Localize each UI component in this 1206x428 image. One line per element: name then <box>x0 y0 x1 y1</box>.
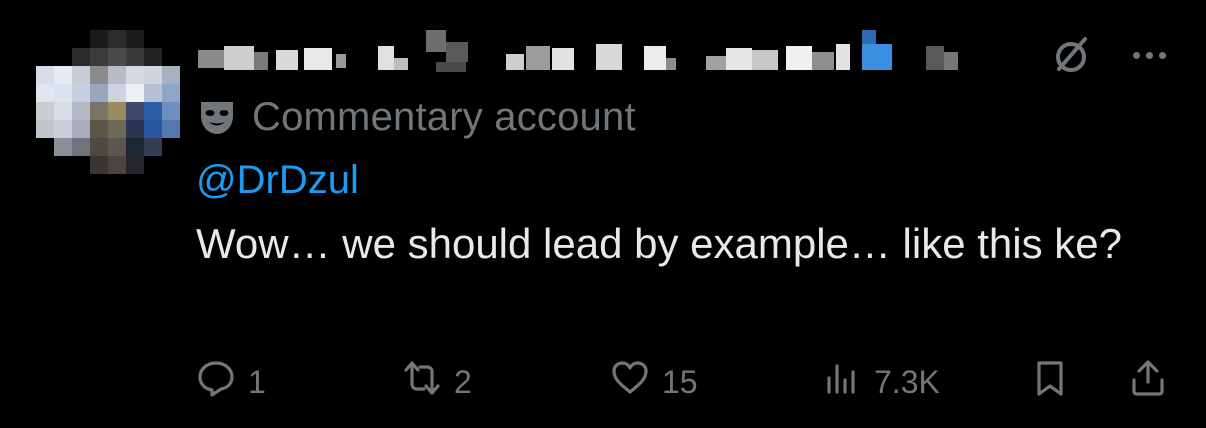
grok-icon[interactable] <box>1049 33 1093 77</box>
like-icon <box>610 358 650 406</box>
views-button[interactable]: 7.3K <box>822 356 940 408</box>
avatar[interactable] <box>36 30 180 180</box>
like-count: 15 <box>662 363 698 400</box>
bookmark-icon <box>1030 358 1070 406</box>
account-label: Commentary account <box>196 92 636 142</box>
share-icon <box>1128 358 1168 406</box>
action-bar: 1 2 15 7.3K <box>196 356 1176 408</box>
views-icon <box>822 358 862 406</box>
bookmark-button[interactable] <box>1030 356 1070 408</box>
mention-link[interactable]: @DrDzul <box>196 158 359 203</box>
share-button[interactable] <box>1128 356 1168 408</box>
repost-icon <box>402 358 442 406</box>
like-button[interactable]: 15 <box>610 356 698 408</box>
reply-button[interactable]: 1 <box>196 356 266 408</box>
account-label-text: Commentary account <box>252 94 636 139</box>
reply-count: 1 <box>248 363 266 400</box>
more-icon[interactable] <box>1133 51 1166 59</box>
views-count: 7.3K <box>874 363 940 400</box>
mask-icon <box>196 96 238 138</box>
repost-count: 2 <box>454 363 472 400</box>
repost-button[interactable]: 2 <box>402 356 472 408</box>
reply-icon <box>196 358 236 406</box>
redacted-author-name[interactable] <box>196 28 996 78</box>
post-top-actions <box>1049 30 1166 80</box>
post-text: Wow… we should lead by example… like thi… <box>196 220 1122 267</box>
